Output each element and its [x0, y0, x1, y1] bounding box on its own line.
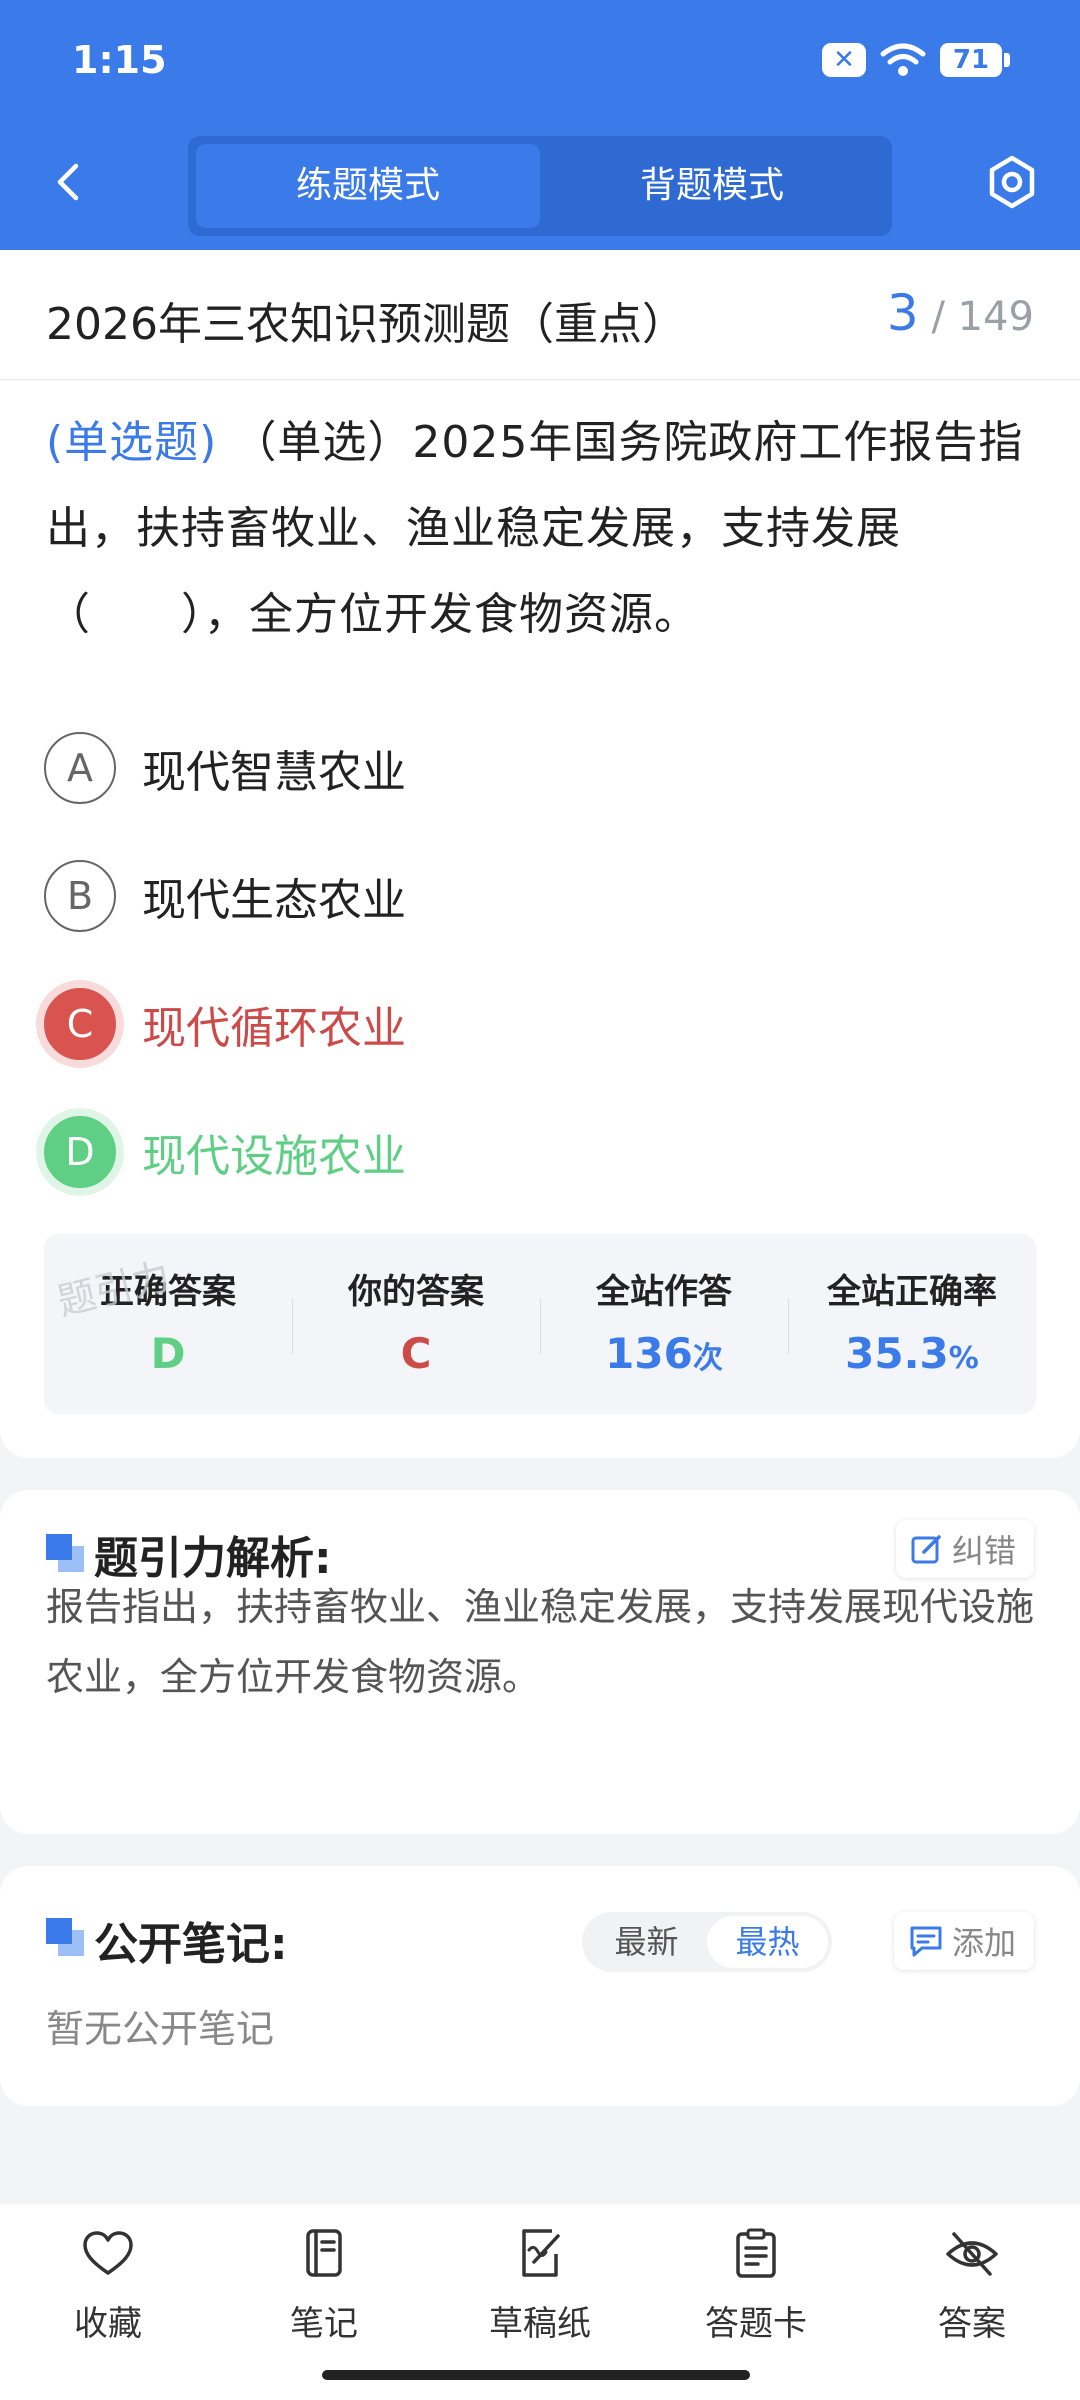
question-header: 2026年三农知识预测题（重点） 3 / 149	[0, 250, 1080, 380]
notes-card: 公开笔记: 最新 最热 添加 暂无公开笔记	[0, 1866, 1080, 2106]
answer-sheet-button[interactable]: 答题卡	[648, 2226, 864, 2364]
wifi-icon	[880, 43, 926, 76]
stat-value: 35.3%	[788, 1329, 1036, 1378]
draft-paper-label: 草稿纸	[489, 2304, 591, 2344]
status-time: 1:15	[72, 38, 167, 82]
eye-off-icon	[946, 2232, 998, 2276]
status-bar: 1:15 ✕ 71	[0, 0, 1080, 130]
stat-number: 35.3	[845, 1329, 949, 1378]
question-counter[interactable]: 3 / 149	[887, 284, 1034, 342]
draft-paper-button[interactable]: 草稿纸	[432, 2226, 648, 2364]
show-answer-label: 答案	[938, 2304, 1006, 2344]
clipboard-icon	[736, 2228, 776, 2278]
stat-your-answer: 你的答案 C	[292, 1234, 540, 1414]
heart-icon	[83, 2231, 133, 2275]
back-icon[interactable]	[48, 160, 92, 204]
option-text: 现代设施农业	[142, 1131, 406, 1182]
notes-empty-text: 暂无公开笔记	[46, 2007, 275, 2051]
favorite-button[interactable]: 收藏	[0, 2226, 216, 2364]
add-note-button[interactable]: 添加	[893, 1912, 1034, 1970]
battery-icon: 71	[940, 43, 1010, 77]
section-icon	[46, 1534, 84, 1572]
home-indicator[interactable]	[322, 2370, 750, 2380]
total-number: / 149	[931, 294, 1034, 340]
sort-latest[interactable]: 最新	[586, 1916, 707, 1968]
stat-label: 全站正确率	[827, 1272, 997, 1312]
comment-icon	[910, 1926, 942, 1957]
notification-x-icon: ✕	[822, 43, 866, 77]
favorite-label: 收藏	[74, 2304, 142, 2344]
stat-number: 136	[605, 1329, 693, 1378]
stat-value: C	[400, 1329, 432, 1378]
option-letter: D	[44, 1116, 116, 1188]
analysis-body: 报告指出，扶持畜牧业、渔业稳定发展，支持发展现代设施农业，全方位开发食物资源。	[46, 1585, 1035, 1699]
show-answer-button[interactable]: 答案	[864, 2226, 1080, 2364]
notes-button[interactable]: 笔记	[216, 2226, 432, 2364]
stat-value: 136次	[540, 1329, 788, 1378]
stat-label: 全站作答	[596, 1272, 732, 1312]
question-type: (单选题)	[46, 417, 218, 468]
option-letter: B	[44, 860, 116, 932]
notes-label: 笔记	[290, 2304, 358, 2344]
report-error-label: 纠错	[951, 1532, 1016, 1570]
question-text: (单选题) （单选）2025年国务院政府工作报告指出，扶持畜牧业、渔业稳定发展，…	[46, 400, 1036, 658]
option-text: 现代循环农业	[142, 1003, 406, 1054]
option-b[interactable]: B 现代生态农业	[44, 832, 1034, 960]
sort-hot[interactable]: 最热	[707, 1916, 828, 1968]
stat-unit: 次	[692, 1341, 723, 1376]
edit-icon	[911, 1535, 941, 1564]
stat-correct-answer: 正确答案 D	[44, 1234, 292, 1414]
notes-title: 公开笔记:	[94, 1919, 288, 1970]
tab-memorize-mode[interactable]: 背题模式	[540, 144, 884, 228]
option-text: 现代生态农业	[142, 875, 406, 926]
mode-switch: 练题模式 背题模式	[188, 136, 892, 236]
paper-title: 2026年三农知识预测题（重点）	[46, 299, 686, 350]
tab-practice-mode[interactable]: 练题模式	[196, 144, 540, 228]
settings-icon[interactable]	[984, 154, 1040, 210]
option-a[interactable]: A 现代智慧农业	[44, 704, 1034, 832]
option-letter: A	[44, 732, 116, 804]
option-d[interactable]: D 现代设施农业	[44, 1088, 1034, 1216]
notes-sort-toggle: 最新 最热	[582, 1912, 832, 1972]
section-icon	[46, 1918, 84, 1956]
option-text: 现代智慧农业	[142, 747, 406, 798]
question-card: 2026年三农知识预测题（重点） 3 / 149 (单选题) （单选）2025年…	[0, 250, 1080, 1458]
analysis-card: 题引力解析: 纠错 报告指出，扶持畜牧业、渔业稳定发展，支持发展现代设施农业，全…	[0, 1490, 1080, 1834]
stat-total-attempts: 全站作答 136次	[540, 1234, 788, 1414]
report-error-button[interactable]: 纠错	[895, 1520, 1034, 1578]
stat-accuracy: 全站正确率 35.3%	[788, 1234, 1036, 1414]
stat-label: 你的答案	[348, 1272, 484, 1312]
top-bar: 1:15 ✕ 71 练题模式 背题模式	[0, 0, 1080, 250]
stat-unit: %	[948, 1341, 979, 1376]
option-letter: C	[44, 988, 116, 1060]
status-icons: ✕ 71	[822, 42, 1010, 78]
notebook-icon	[306, 2229, 342, 2277]
stat-value: D	[150, 1329, 186, 1378]
add-note-label: 添加	[951, 1924, 1016, 1962]
current-number: 3	[886, 284, 919, 342]
nav-bar: 练题模式 背题模式	[0, 130, 1080, 250]
options-list: A 现代智慧农业 B 现代生态农业 C 现代循环农业 D 现代设施农业	[44, 704, 1034, 1216]
answer-stats: 正确答案 D 你的答案 C 全站作答 136次 全站正确率 35.3%	[44, 1234, 1036, 1414]
draft-icon	[522, 2229, 560, 2277]
option-c[interactable]: C 现代循环农业	[44, 960, 1034, 1088]
answer-sheet-label: 答题卡	[705, 2304, 807, 2344]
